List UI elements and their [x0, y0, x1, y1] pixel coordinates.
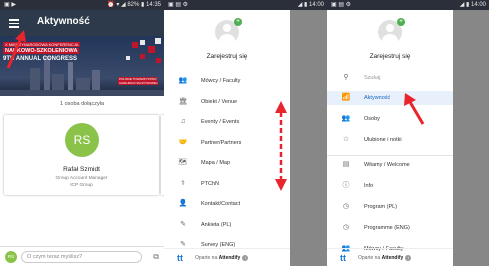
navigation-drawer: + Zarejestruj się ⚲ Szukaj 📶 Aktywność 👥 Os… [327, 10, 453, 266]
add-photo-icon[interactable]: + [397, 18, 405, 26]
menu-item-label: Ulubione i notki [364, 137, 402, 143]
menu-item-label: Ankieta (PL) [201, 221, 232, 228]
register-link[interactable]: Zarejestruj się [164, 53, 290, 60]
welcome-icon: ▤ [342, 161, 350, 168]
app-title: Aktywność [37, 16, 90, 27]
status-left: ▣ ▤ ⚙ [331, 2, 352, 8]
dimmed-background[interactable] [289, 0, 327, 266]
red-arrow-annotation [404, 93, 425, 125]
post-input[interactable]: O czym teraz myślisz? [21, 251, 142, 263]
red-scroll-arrow-annotation [275, 101, 287, 191]
status-left: ▣ ▤ ⚙ [168, 2, 189, 8]
status-left: ▣ ▶ [4, 2, 16, 8]
post-composer: RS O czym teraz myślisz? ⧉ [0, 246, 164, 266]
attendify-logo: tt [177, 253, 183, 263]
menu-item-label: Programme (ENG) [364, 225, 410, 231]
menu-item[interactable]: ◷ Program (PL) [327, 200, 453, 214]
survey-icon: ✎ [180, 220, 186, 228]
attendee-role: Group Account Manager [55, 176, 108, 181]
menu-item-label: Witamy / Welcome [364, 162, 410, 168]
red-arrow-annotation [6, 30, 26, 69]
camera-icon[interactable]: ⧉ [153, 252, 159, 262]
menu-item-label: Info [364, 183, 374, 189]
status-bar: ▣ ▤ ⚙ ◢ ▮ 14:00 [164, 0, 327, 10]
map-icon: 🗺 [178, 159, 188, 166]
info-icon[interactable]: i [242, 255, 249, 261]
music-icon: ♫ [180, 118, 186, 125]
handshake-icon: 🤝 [178, 138, 188, 146]
menu-item-label: Partner/Partners [201, 139, 242, 146]
powered-by-prefix: Oparte na [195, 255, 218, 261]
star-icon: ☆ [342, 136, 350, 143]
hamburger-menu-icon[interactable] [9, 19, 19, 28]
menu-item-label: Obiekt / Venue [201, 98, 238, 105]
menu-item[interactable]: 👤 Kontakt/Contact [164, 197, 290, 211]
info-icon[interactable]: i [405, 255, 412, 261]
search-icon: ⚲ [343, 74, 349, 81]
menu-item[interactable]: 👥 Osoby [327, 112, 453, 126]
drawer-header: + Zarejestruj się [327, 10, 453, 70]
menu-item-label: Aktywność [364, 95, 391, 101]
attendee-name: Rafał Szmidt [63, 166, 100, 173]
search-input[interactable]: Szukaj [364, 71, 381, 85]
menu-item[interactable]: ▤ Witamy / Welcome [327, 158, 453, 172]
phone-drawer-screen-1: ▣ ▤ ⚙ ◢ ▮ 14:00 + Zarejestruj się 👥 Mówcy… [164, 0, 327, 266]
register-link[interactable]: Zarejestruj się [327, 53, 453, 60]
navigation-drawer: + Zarejestruj się 👥 Mówcy / Faculty 🏛 Obiek… [164, 10, 290, 266]
status-right: ◢ ▮ 14:00 [459, 2, 486, 8]
status-right: ◢ ▮ 14:00 [297, 2, 324, 8]
attendee-company: ICP Group [70, 183, 93, 188]
clock-icon: ◷ [342, 224, 350, 231]
menu-item[interactable]: ✎ Ankieta (PL) [164, 218, 290, 232]
status-right: ⏰ ▾ ◢ 82% ▮ 14:35 [107, 2, 161, 8]
dimmed-background[interactable] [453, 0, 489, 266]
powered-by-brand[interactable]: Attendify [219, 255, 241, 261]
menu-item-label: Mapa / Map [201, 160, 231, 166]
menu-item[interactable]: 📶 Aktywność [327, 91, 453, 105]
menu-item-label: Kontakt/Contact [201, 201, 241, 207]
status-bar: ▣ ▤ ⚙ ◢ ▮ 14:00 [327, 0, 489, 10]
menu-item[interactable]: 👥 Mówcy / Faculty [164, 74, 290, 88]
follow-count: 1 osoba dołączyła [59, 101, 105, 107]
info-icon: ⓘ [342, 182, 350, 189]
menu-item[interactable]: 🗺 Mapa / Map [164, 156, 290, 170]
drawer-footer: tt Oparte na Attendify i [164, 248, 290, 266]
menu-item-label: Osoby [364, 116, 380, 122]
menu-item-label: Program (PL) [364, 204, 398, 210]
phone-activity-screen: ▣ ▶ ⏰ ▾ ◢ 82% ▮ 14:35 Aktywność X MIĘDZY… [0, 0, 164, 266]
menu-item[interactable]: ☆ Ulubione i notki [327, 133, 453, 147]
search-row[interactable]: ⚲ Szukaj [327, 71, 453, 85]
drawer-footer: tt Oparte na Attendify i [327, 248, 453, 266]
building-icon: 🏛 [178, 97, 188, 105]
menu-item-label: Mówcy / Faculty [201, 78, 241, 84]
powered-by-prefix: Oparte na [358, 255, 381, 261]
status-bar: ▣ ▶ ⏰ ▾ ◢ 82% ▮ 14:35 [0, 0, 164, 10]
banner-badge2: CHIRURGII NACZYNIOWEJ [118, 81, 159, 85]
drawer-header: + Zarejestruj się [164, 10, 290, 70]
people-icon: 👥 [178, 77, 188, 84]
attendee-card[interactable]: RS Rafał Szmidt Group Account Manager IC… [4, 115, 159, 195]
avatar: RS [5, 251, 17, 263]
phone-drawer-screen-2: ▣ ▤ ⚙ ◢ ▮ 14:00 + Zarejestruj się ⚲ Szuk… [327, 0, 489, 266]
wifi-icon: 📶 [341, 94, 351, 101]
menu-item-label: PTChN [201, 180, 220, 187]
menu-item[interactable]: 🏛 Obiekt / Venue [164, 95, 290, 109]
menu-divider [327, 155, 453, 156]
menu-item[interactable]: ⚕ PTChN [164, 177, 290, 191]
menu-item[interactable]: 🤝 Partner/Partners [164, 136, 290, 150]
people-icon: 👥 [341, 115, 351, 122]
menu-item[interactable]: ◷ Programme (ENG) [327, 221, 453, 235]
menu-item[interactable]: ♫ Eventy / Events [164, 115, 290, 129]
add-photo-icon[interactable]: + [234, 18, 242, 26]
menu-item[interactable]: ⓘ Info [327, 179, 453, 193]
menu-item-label: Eventy / Events [201, 119, 240, 125]
attendify-logo: tt [340, 253, 346, 263]
clock-icon: ◷ [342, 203, 350, 210]
stethoscope-icon: ⚕ [181, 179, 185, 187]
powered-by-brand[interactable]: Attendify [382, 255, 404, 261]
contact-icon: 👤 [178, 200, 188, 207]
avatar: RS [65, 123, 99, 157]
